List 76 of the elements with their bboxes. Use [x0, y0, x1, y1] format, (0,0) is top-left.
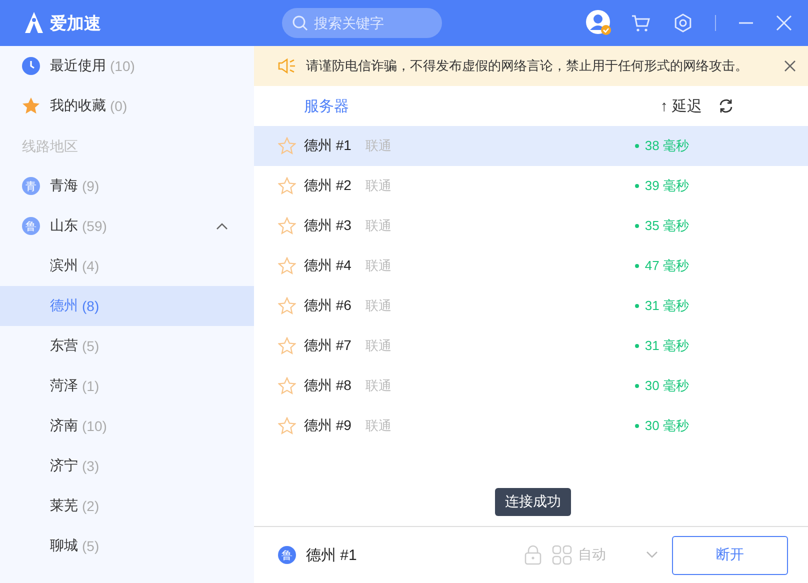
star-icon[interactable] — [278, 417, 296, 435]
server-name: 德州 #4 — [304, 257, 352, 275]
isp-label: 联通 — [365, 137, 392, 155]
clock-icon — [22, 57, 40, 75]
latency-value: 39 毫秒 — [634, 177, 689, 195]
city-item[interactable]: 聊城 (5) — [0, 526, 254, 566]
star-icon[interactable] — [278, 337, 296, 355]
latency-value: 30 毫秒 — [634, 377, 689, 395]
city-item[interactable]: 莱芜 (2) — [0, 486, 254, 526]
speaker-icon — [278, 58, 296, 74]
toast-message: 连接成功 — [495, 488, 571, 516]
region-badge: 鲁 — [22, 217, 40, 235]
star-icon[interactable] — [278, 257, 296, 275]
server-row[interactable]: 德州 #8 联通 30 毫秒 — [254, 366, 808, 406]
city-item[interactable]: 济南 (10) — [0, 406, 254, 446]
search-field[interactable]: 搜索关键字 — [282, 8, 442, 38]
server-row[interactable]: 德州 #6 联通 31 毫秒 — [254, 286, 808, 326]
star-icon — [22, 97, 40, 115]
rocket-logo-icon — [22, 11, 46, 35]
server-row[interactable]: 德州 #2 联通 39 毫秒 — [254, 166, 808, 206]
chevron-icon[interactable] — [216, 222, 228, 230]
refresh-icon[interactable] — [718, 98, 734, 114]
star-icon[interactable] — [278, 297, 296, 315]
region-item[interactable]: 青 青海 (9) — [0, 166, 254, 206]
server-row[interactable]: 德州 #1 联通 38 毫秒 — [254, 126, 808, 166]
latency-value: 47 毫秒 — [634, 257, 689, 275]
region-badge: 青 — [22, 177, 40, 195]
isp-label: 联通 — [365, 257, 392, 275]
server-name: 德州 #2 — [304, 177, 352, 195]
isp-label: 联通 — [365, 417, 392, 435]
connected-server: 德州 #1 — [306, 546, 357, 564]
isp-label: 联通 — [365, 297, 392, 315]
latency-value: 35 毫秒 — [634, 217, 689, 235]
region-badge: 鲁 — [278, 546, 296, 564]
server-row[interactable]: 德州 #7 联通 31 毫秒 — [254, 326, 808, 366]
city-item[interactable]: 济宁 (3) — [0, 446, 254, 486]
disconnect-button[interactable]: 断开 — [672, 536, 788, 574]
server-name: 德州 #8 — [304, 377, 352, 395]
isp-label: 联通 — [365, 377, 392, 395]
latency-value: 31 毫秒 — [634, 297, 689, 315]
caret-icon[interactable] — [646, 551, 658, 559]
isp-label: 联通 — [365, 337, 392, 355]
star-icon[interactable] — [278, 137, 296, 155]
sidebar-item[interactable]: 最近使用 (10) — [0, 46, 254, 86]
server-name: 德州 #7 — [304, 337, 352, 355]
isp-label: 联通 — [365, 217, 392, 235]
server-row[interactable]: 德州 #9 联通 30 毫秒 — [254, 406, 808, 446]
star-icon[interactable] — [278, 177, 296, 195]
sidebar-item[interactable]: 我的收藏 (0) — [0, 86, 254, 126]
region-item[interactable]: 鲁 山东 (59) — [0, 206, 254, 246]
column-header[interactable]: ↑ 延迟 — [660, 96, 702, 116]
app-title: 爱加速 — [50, 12, 101, 34]
close-icon[interactable] — [784, 60, 796, 72]
star-icon[interactable] — [278, 377, 296, 395]
settings-icon[interactable] — [673, 13, 693, 33]
latency-value: 31 毫秒 — [634, 337, 689, 355]
server-row[interactable]: 德州 #4 联通 47 毫秒 — [254, 246, 808, 286]
city-item[interactable]: 东营 (5) — [0, 326, 254, 366]
user-avatar-icon[interactable] — [585, 9, 613, 37]
star-icon[interactable] — [278, 217, 296, 235]
server-name: 德州 #9 — [304, 417, 352, 435]
latency-value: 38 毫秒 — [634, 137, 689, 155]
server-name: 德州 #1 — [304, 137, 352, 155]
server-row[interactable]: 德州 #3 联通 35 毫秒 — [254, 206, 808, 246]
city-item[interactable]: 滨州 (4) — [0, 246, 254, 286]
isp-label: 联通 — [365, 177, 392, 195]
grid-icon — [552, 545, 572, 565]
notice-text: 请谨防电信诈骗，不得发布虚假的网络言论，禁止用于任何形式的网络攻击。 — [306, 57, 748, 75]
latency-value: 30 毫秒 — [634, 417, 689, 435]
city-item[interactable]: 菏泽 (1) — [0, 366, 254, 406]
section-label: 线路地区 — [21, 137, 79, 156]
server-name: 德州 #6 — [304, 297, 352, 315]
cart-icon[interactable] — [631, 13, 651, 33]
column-header[interactable]: 服务器 — [304, 96, 349, 116]
server-name: 德州 #3 — [304, 217, 352, 235]
lock-icon[interactable] — [524, 545, 542, 565]
